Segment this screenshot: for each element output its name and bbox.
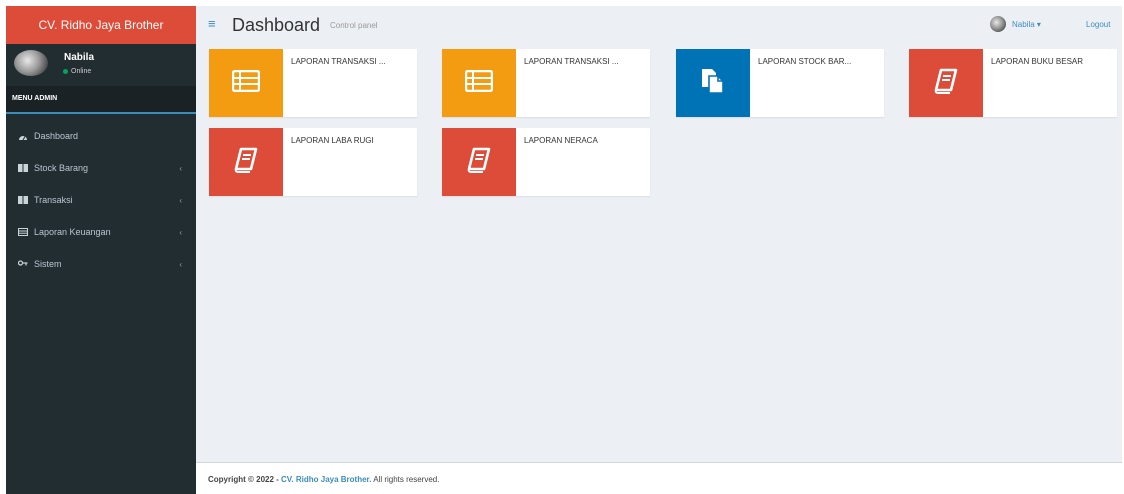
sidebar-item-sistem[interactable]: Sistem ‹ (6, 248, 196, 280)
brand-name: CV. Ridho Jaya Brother (38, 18, 164, 32)
sidebar-item-label: Transaksi (34, 195, 73, 205)
chevron-left-icon: ‹ (179, 227, 182, 237)
sidebar-item-dashboard[interactable]: Dashboard (6, 120, 196, 152)
list-icon (464, 69, 494, 97)
sidebar-item-stock-barang[interactable]: Stock Barang ‹ (6, 152, 196, 184)
copyright-text: Copyright © 2022 - CV. Ridho Jaya Brothe… (208, 475, 439, 484)
report-box-label: LAPORAN TRANSAKSI ... (524, 57, 619, 66)
report-box-label: LAPORAN STOCK BAR... (758, 57, 852, 66)
report-box-laporan-laba-rugi[interactable]: LAPORAN LABA RUGI (209, 128, 417, 196)
copy-icon (700, 67, 726, 100)
page-footer: Copyright © 2022 - CV. Ridho Jaya Brothe… (196, 462, 1122, 494)
company-link[interactable]: CV. Ridho Jaya Brother. (281, 475, 371, 484)
chevron-left-icon: ‹ (179, 163, 182, 173)
sidebar-item-label: Stock Barang (34, 163, 89, 173)
sidebar-item-transaksi[interactable]: Transaksi ‹ (6, 184, 196, 216)
sidebar-menu: Dashboard Stock Barang ‹ Transaksi ‹ Lap… (6, 114, 196, 280)
book-icon (467, 147, 491, 178)
user-status-text: Online (71, 68, 92, 75)
app-window: CV. Ridho Jaya Brother Nabila Online MEN… (6, 6, 1122, 494)
copyright-suffix: All rights reserved. (371, 475, 440, 484)
report-box-laporan-buku-besar[interactable]: LAPORAN BUKU BESAR (909, 49, 1117, 117)
menu-header: MENU ADMIN (6, 86, 196, 114)
page-title: Dashboard (232, 15, 321, 35)
logout-link[interactable]: Logout (1086, 20, 1110, 29)
key-icon (18, 259, 28, 269)
user-panel: Nabila Online (6, 44, 196, 86)
dashboard-icon (18, 131, 28, 141)
sidebar-item-label: Sistem (34, 259, 62, 269)
status-dot-icon (63, 69, 68, 74)
user-avatar (14, 50, 48, 76)
book-icon (934, 68, 958, 99)
report-box-icon-bg (209, 128, 283, 196)
report-box-icon-bg (909, 49, 983, 117)
user-menu-dropdown[interactable]: Nabila ▾ (1012, 20, 1041, 29)
sidebar-item-label: Laporan Keuangan (34, 227, 111, 237)
report-box-icon-bg (442, 49, 516, 117)
report-box-label: LAPORAN NERACA (524, 136, 598, 145)
report-box-laporan-transaksi-1[interactable]: LAPORAN TRANSAKSI ... (209, 49, 417, 117)
top-header: ≡ Dashboard Control panel Nabila ▾ Logou… (196, 6, 1122, 44)
user-name: Nabila (64, 52, 95, 63)
report-box-laporan-stock-barang[interactable]: LAPORAN STOCK BAR... (676, 49, 884, 117)
report-box-label: LAPORAN BUKU BESAR (991, 57, 1084, 66)
chevron-left-icon: ‹ (179, 259, 182, 269)
hamburger-menu-icon[interactable]: ≡ (208, 17, 216, 30)
nav-user-avatar[interactable] (990, 16, 1006, 32)
report-box-label: LAPORAN LABA RUGI (291, 136, 374, 145)
page-subtitle: Control panel (330, 21, 378, 30)
sidebar-item-label: Dashboard (34, 131, 79, 141)
sidebar: CV. Ridho Jaya Brother Nabila Online MEN… (6, 6, 196, 494)
report-box-icon-bg (676, 49, 750, 117)
chevron-left-icon: ‹ (179, 195, 182, 205)
list-icon (231, 69, 261, 97)
report-box-label: LAPORAN TRANSAKSI ... (291, 57, 386, 66)
report-box-laporan-transaksi-2[interactable]: LAPORAN TRANSAKSI ... (442, 49, 650, 117)
book-icon (18, 163, 28, 173)
report-box-icon-bg (442, 128, 516, 196)
user-status: Online (63, 68, 91, 75)
book-icon (234, 147, 258, 178)
copyright-prefix: Copyright © 2022 - (208, 475, 282, 484)
sidebar-item-laporan-keuangan[interactable]: Laporan Keuangan ‹ (6, 216, 196, 248)
brand-logo[interactable]: CV. Ridho Jaya Brother (6, 6, 196, 44)
report-box-icon-bg (209, 49, 283, 117)
report-box-laporan-neraca[interactable]: LAPORAN NERACA (442, 128, 650, 196)
list-icon (18, 227, 28, 237)
book-icon (18, 195, 28, 205)
